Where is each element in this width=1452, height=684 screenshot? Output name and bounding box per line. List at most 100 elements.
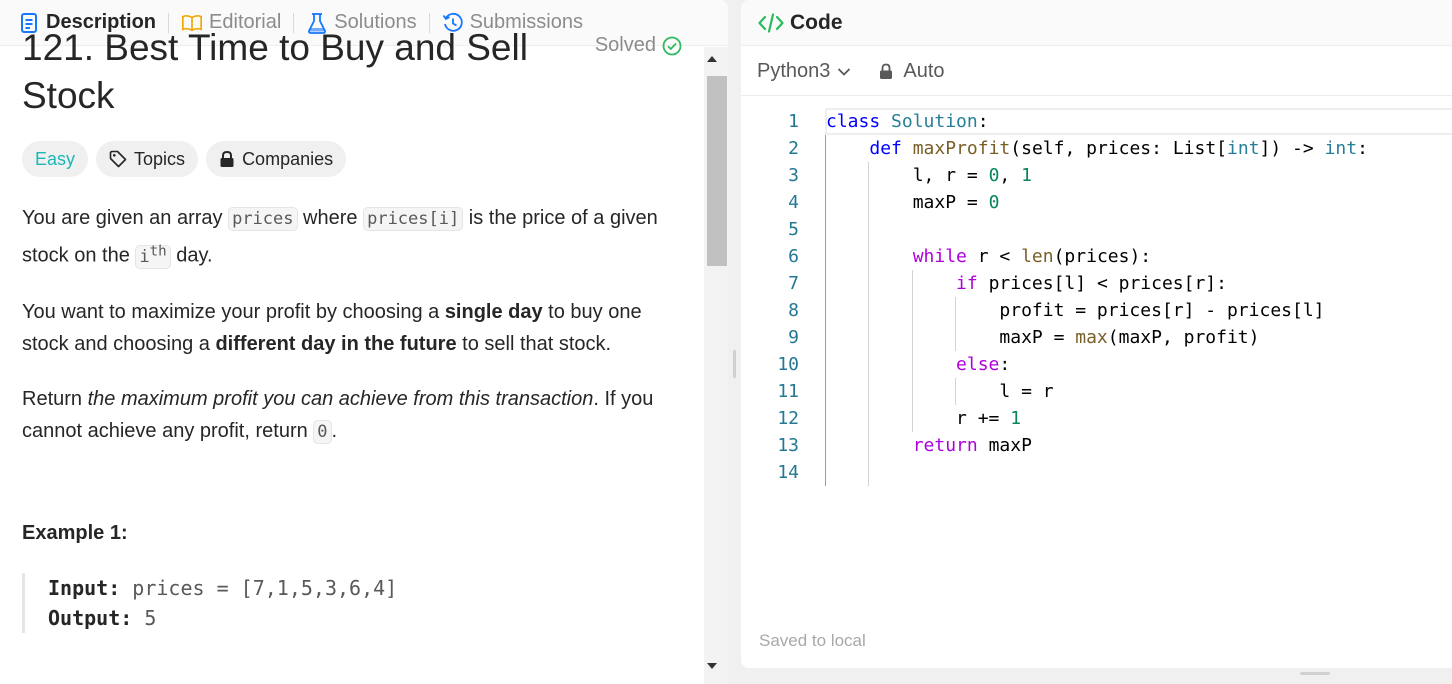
- auto-mode[interactable]: Auto: [879, 60, 945, 83]
- difficulty-badge: Easy: [22, 141, 89, 177]
- code-token: else: [956, 354, 1000, 375]
- scroll-down-arrow-icon[interactable]: [707, 663, 717, 669]
- topics-button[interactable]: Topics: [96, 141, 199, 177]
- code-token: if: [956, 273, 978, 294]
- code-token: (self, prices: List[: [1010, 138, 1228, 159]
- code-token: :: [977, 111, 989, 132]
- code-text: class Solution:: [826, 108, 989, 135]
- inline-code: prices: [228, 207, 298, 231]
- description-panel: Description Editorial Solutions Submissi…: [0, 0, 728, 684]
- line-number: 10: [777, 354, 799, 375]
- bottom-resize-handle[interactable]: [1300, 672, 1330, 675]
- line-number: 5: [788, 219, 799, 240]
- code-line: 2 def maxProfit(self, prices: List[int])…: [741, 135, 1452, 162]
- code-token: maxP: [977, 435, 1032, 456]
- code-panel-title: Code: [790, 10, 843, 34]
- code-line: 12 r += 1: [741, 405, 1452, 432]
- code-token: maxP =: [826, 327, 1076, 348]
- code-text: profit = prices[r] - prices[l]: [826, 297, 1325, 324]
- lock-icon: [879, 63, 893, 80]
- code-token: Solution: [891, 111, 978, 132]
- line-number: 13: [777, 435, 799, 456]
- line-number: 14: [777, 462, 799, 483]
- line-number: 1: [788, 111, 799, 132]
- code-token: len: [1021, 246, 1054, 267]
- indent-guide: [911, 270, 913, 432]
- language-select[interactable]: Python3: [757, 60, 851, 83]
- language-label: Python3: [757, 60, 831, 82]
- indent-guide: [825, 135, 826, 486]
- code-token: int: [1227, 138, 1260, 159]
- code-text: l = r: [826, 378, 1054, 405]
- code-text: maxP = 0: [826, 189, 1000, 216]
- code-line: 14: [741, 459, 1452, 486]
- code-line: 3 l, r = 0, 1: [741, 162, 1452, 189]
- solved-label: Solved: [594, 34, 656, 56]
- scrollbar-thumb[interactable]: [707, 76, 727, 266]
- saved-status: Saved to local: [759, 631, 866, 650]
- code-text: return maxP: [826, 432, 1032, 459]
- code-token: l = r: [826, 381, 1054, 402]
- line-number: 6: [788, 246, 799, 267]
- code-editor[interactable]: 1 class Solution: 2 def maxProfit(self, pr…: [741, 108, 1452, 488]
- tags-row: Easy Topics Companies: [22, 141, 347, 177]
- line-number: 2: [788, 138, 799, 159]
- code-text: l, r = 0, 1: [826, 162, 1032, 189]
- code-text: while r < len(prices):: [826, 243, 1151, 270]
- topics-label: Topics: [134, 148, 186, 169]
- indent-guide: [868, 162, 870, 486]
- lock-icon: [219, 150, 235, 168]
- code-text: if prices[l] < prices[r]:: [826, 270, 1227, 297]
- line-number: 4: [788, 192, 799, 213]
- code-token: class: [826, 111, 881, 132]
- code-token: def: [869, 138, 902, 159]
- code-line: 10 else:: [741, 351, 1452, 378]
- code-token: ,: [999, 165, 1022, 186]
- code-panel: Code Python3 Auto 1 class Solution: 2 def …: [741, 0, 1452, 668]
- code-token: :: [999, 354, 1011, 375]
- example-title: Example 1:: [22, 522, 128, 544]
- code-token: int: [1324, 138, 1358, 159]
- panel-resize-handle[interactable]: [733, 350, 736, 378]
- code-token: profit = prices[r] - prices[l]: [826, 300, 1325, 321]
- line-number: 12: [777, 408, 799, 429]
- code-line: 13 return maxP: [741, 432, 1452, 459]
- code-text: def maxProfit(self, prices: List[int]) -…: [826, 135, 1368, 162]
- scroll-up-arrow-icon[interactable]: [707, 56, 717, 62]
- code-token: (maxP, profit): [1107, 327, 1260, 348]
- code-token: return: [912, 435, 978, 456]
- auto-mode-label: Auto: [903, 60, 945, 82]
- line-number: 3: [788, 165, 799, 186]
- example-block: Input: prices = [7,1,5,3,6,4] Output: 5: [22, 573, 397, 633]
- code-token: r +=: [826, 408, 1011, 429]
- check-circle-icon: [662, 36, 682, 56]
- line-number: 8: [788, 300, 799, 321]
- code-line: 8 profit = prices[r] - prices[l]: [741, 297, 1452, 324]
- code-token: maxP =: [826, 192, 989, 213]
- code-line: 5: [741, 216, 1452, 243]
- code-header: Code: [741, 0, 1452, 46]
- code-token: 0: [988, 192, 1000, 213]
- code-token: maxProfit: [912, 138, 1011, 159]
- code-line: 4 maxP = 0: [741, 189, 1452, 216]
- code-token: 0: [988, 165, 1000, 186]
- solved-badge: Solved: [595, 34, 682, 57]
- description-paragraph: Return the maximum profit you can achiev…: [22, 387, 654, 444]
- code-token: prices[l] < prices[r]:: [977, 273, 1227, 294]
- companies-button[interactable]: Companies: [206, 141, 347, 177]
- code-token: 1: [1010, 408, 1022, 429]
- example-output: Output: 5: [48, 606, 157, 630]
- inline-code: ith: [135, 243, 171, 269]
- inline-code: 0: [313, 419, 332, 444]
- line-number: 9: [788, 327, 799, 348]
- description-paragraph: You want to maximize your profit by choo…: [22, 300, 642, 355]
- code-token: while: [912, 246, 967, 267]
- code-token: l, r =: [826, 165, 989, 186]
- code-token: :: [1357, 138, 1368, 159]
- code-token: ]) ->: [1259, 138, 1325, 159]
- code-line: 11 l = r: [741, 378, 1452, 405]
